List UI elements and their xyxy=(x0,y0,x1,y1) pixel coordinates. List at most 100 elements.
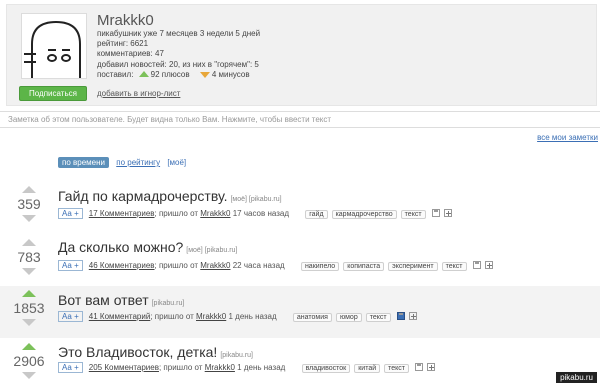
post-rating: 783 xyxy=(17,249,41,265)
comments-link[interactable]: 46 Комментариев xyxy=(89,261,155,270)
post-title-text[interactable]: Это Владивосток, детка! xyxy=(58,344,217,360)
add-to-ignore-link[interactable]: добавить в игнор-лист xyxy=(97,89,180,98)
sort-tabs: по времени по рейтингу [моё] xyxy=(58,157,186,168)
tag[interactable]: текст xyxy=(400,210,426,219)
plus-arrow-icon xyxy=(138,70,149,77)
post-title[interactable]: Это Владивосток, детка! [pikabu.ru] xyxy=(58,344,253,360)
post-title[interactable]: Гайд по кармадрочерству. [моё] [pikabu.ru… xyxy=(58,188,282,204)
post-time: 17 часов назад xyxy=(232,209,290,218)
user-note-placeholder: Заметка об этом пользователе. Будет видн… xyxy=(8,115,332,124)
post-title-text[interactable]: Гайд по кармадрочерству. xyxy=(58,188,227,204)
tag-list: анатомия юмор текст xyxy=(289,312,391,322)
expand-icon[interactable] xyxy=(408,312,417,320)
stat-rating: рейтинг: 6621 xyxy=(97,39,149,49)
author-link[interactable]: Mrakkk0 xyxy=(200,209,230,218)
tag[interactable]: копипаста xyxy=(343,262,385,271)
stat-votes: поставил: 92 плюсов 4 минусов xyxy=(97,70,260,80)
save-icon[interactable] xyxy=(472,261,481,269)
tag[interactable]: текст xyxy=(384,364,409,373)
post-item: 359 Гайд по кармадрочерству. [моё] [pikab… xyxy=(0,180,600,232)
comments-link[interactable]: 41 Комментарий xyxy=(89,312,151,321)
post-time: 1 день назад xyxy=(237,363,286,372)
expand-icon[interactable] xyxy=(427,363,436,371)
tag[interactable]: эксперимент xyxy=(388,262,438,271)
stat-comments: комментариев: 47 xyxy=(97,49,164,59)
comments-link[interactable]: 17 Комментариев xyxy=(89,209,155,218)
post-title-text[interactable]: Вот вам ответ xyxy=(58,292,149,308)
post-source-tags: [моё] [pikabu.ru] xyxy=(186,247,238,254)
author-link[interactable]: Mrakkk0 xyxy=(200,261,230,270)
stat-membership: пикабушник уже 7 месяцев 3 недели 5 дней xyxy=(97,29,261,38)
expand-icon[interactable] xyxy=(484,261,493,269)
save-icon[interactable] xyxy=(431,209,440,217)
post-rating: 359 xyxy=(17,196,41,212)
post-time: 1 день назад xyxy=(228,312,277,321)
avatar[interactable] xyxy=(21,13,87,79)
author-link[interactable]: Mrakkk0 xyxy=(205,363,235,372)
text-size-button[interactable]: Аа + xyxy=(58,260,83,271)
tag-list: гайд кармадрочерство текст xyxy=(301,209,426,219)
tag[interactable]: накипело xyxy=(300,262,340,271)
post-meta: Аа + 41 Комментарий; пришло от Mrakkk0 1 … xyxy=(58,311,417,322)
post-item: 783 Да сколько можно? [моё] [pikabu.ru] А… xyxy=(0,233,600,285)
post-title-text[interactable]: Да сколько можно? xyxy=(58,239,183,255)
vote-block: 783 xyxy=(7,239,51,275)
minus-arrow-icon xyxy=(199,71,210,78)
stat-news: добавил новостей: 20, из них в "горячем"… xyxy=(97,59,259,69)
votes-label: поставил: xyxy=(97,69,134,79)
from-label: ; пришло от xyxy=(158,363,203,372)
user-note-field[interactable]: Заметка об этом пользователе. Будет видн… xyxy=(0,111,600,128)
post-meta: Аа + 46 Комментариев; пришло от Mrakkk0 2… xyxy=(58,260,493,271)
tag[interactable]: юмор xyxy=(335,313,362,322)
tag[interactable]: текст xyxy=(441,262,467,271)
tag[interactable]: китай xyxy=(354,364,381,373)
upvote-icon[interactable] xyxy=(22,290,36,297)
post-time: 22 часа назад xyxy=(232,261,285,270)
upvote-icon[interactable] xyxy=(22,186,36,193)
text-size-button[interactable]: Аа + xyxy=(58,311,83,322)
tab-mine[interactable]: [моё] xyxy=(167,158,186,167)
ghost-avatar-icon xyxy=(24,20,81,78)
post-source-tags: [pikabu.ru] xyxy=(151,300,185,307)
vote-block: 2906 xyxy=(7,343,51,379)
upvote-icon[interactable] xyxy=(22,239,36,246)
username: Mrakkk0 xyxy=(97,12,154,29)
tag[interactable]: анатомия xyxy=(292,313,332,322)
text-size-button[interactable]: Аа + xyxy=(58,362,83,373)
post-rating: 1853 xyxy=(13,300,45,316)
post-meta: Аа + 17 Комментариев; пришло от Mrakkk0 1… xyxy=(58,208,452,219)
tag-list: владивосток китай текст xyxy=(298,363,409,373)
site-watermark: pikabu.ru xyxy=(556,372,597,383)
pluses-count: 92 плюсов xyxy=(150,69,190,79)
downvote-icon[interactable] xyxy=(22,268,36,275)
subscribe-button[interactable]: Подписаться xyxy=(19,86,87,101)
post-item: 2906 Это Владивосток, детка! [pikabu.ru] … xyxy=(0,340,600,386)
tag[interactable]: текст xyxy=(365,313,391,322)
downvote-icon[interactable] xyxy=(22,372,36,379)
post-meta: Аа +205 Комментариев; пришло от Mrakkk0 … xyxy=(58,362,436,373)
tag[interactable]: владивосток xyxy=(301,364,351,373)
expand-icon[interactable] xyxy=(443,209,452,217)
all-notes-link[interactable]: все мои заметки xyxy=(537,133,598,142)
tab-by-rating[interactable]: по рейтингу xyxy=(116,158,160,167)
downvote-icon[interactable] xyxy=(22,215,36,222)
author-link[interactable]: Mrakkk0 xyxy=(196,312,226,321)
post-rating: 2906 xyxy=(13,353,45,369)
text-size-button[interactable]: Аа + xyxy=(58,208,83,219)
comments-link[interactable]: 205 Комментариев xyxy=(89,363,159,372)
tag[interactable]: гайд xyxy=(305,210,328,219)
from-label: ; пришло от xyxy=(154,261,199,270)
post-title[interactable]: Да сколько можно? [моё] [pikabu.ru] xyxy=(58,239,237,255)
save-icon[interactable] xyxy=(415,363,424,371)
upvote-icon[interactable] xyxy=(22,343,36,350)
post-source-tags: [pikabu.ru] xyxy=(220,352,253,359)
post-title[interactable]: Вот вам ответ [pikabu.ru] xyxy=(58,292,184,308)
vote-block: 1853 xyxy=(7,290,51,326)
from-label: ; пришло от xyxy=(150,312,194,321)
post-source-tags: [моё] [pikabu.ru] xyxy=(230,196,282,203)
save-icon[interactable] xyxy=(396,312,405,320)
downvote-icon[interactable] xyxy=(22,319,36,326)
from-label: ; пришло от xyxy=(154,209,199,218)
tag[interactable]: кармадрочерство xyxy=(331,210,397,219)
tab-by-time[interactable]: по времени xyxy=(58,157,109,168)
